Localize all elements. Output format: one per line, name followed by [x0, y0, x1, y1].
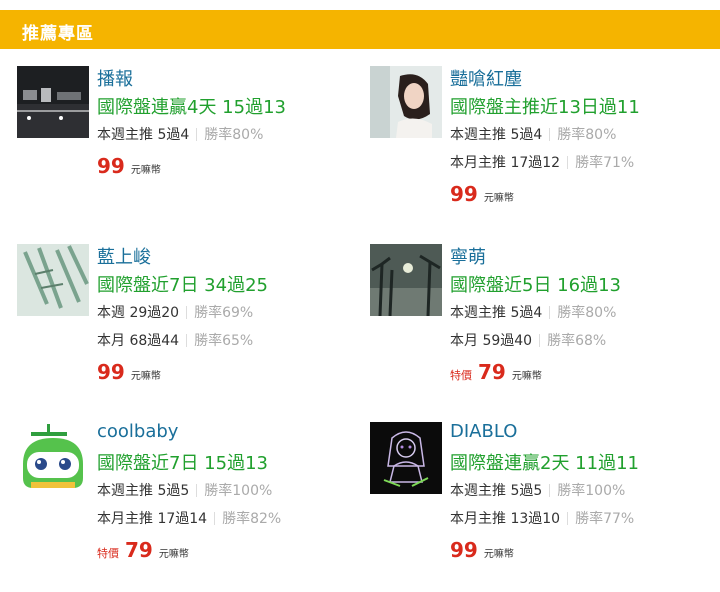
tipster-headline: 國際盤近7日 34過25 [97, 275, 268, 296]
tipster-headline: 國際盤連贏4天 15過13 [97, 97, 286, 118]
separator [186, 306, 188, 319]
separator [214, 512, 216, 525]
stat-label: 本週主推 5過4 [450, 127, 543, 143]
stat-label: 本月主推 17過12 [450, 155, 561, 171]
tipster-name[interactable]: 寧萌 [450, 243, 486, 269]
tipster-name[interactable]: 藍上峻 [97, 243, 151, 269]
price-value: 79 [125, 538, 153, 562]
tipster-headline: 國際盤主推近13日過11 [450, 97, 640, 118]
tipster-card-3[interactable]: 寧萌 國際盤近5日 16過13 本週主推 5過4 勝率80% 本月 59過40 勝率… [370, 244, 710, 414]
price-row[interactable]: 特價 79 元嘛幣 [97, 538, 189, 562]
price-row[interactable]: 99 元嘛幣 [97, 360, 161, 384]
section-title: 推薦專區 [22, 24, 94, 44]
avatar[interactable] [17, 244, 89, 316]
sketch-drawing-icon [17, 244, 89, 316]
price-value: 99 [97, 154, 125, 178]
special-price-tag: 特價 [450, 369, 472, 382]
tipster-headline: 國際盤近7日 15過13 [97, 453, 268, 474]
tipster-name[interactable]: DIABLO [450, 421, 517, 442]
stat-label: 本週主推 5過5 [450, 483, 543, 499]
stat-label: 本週 29過20 [97, 305, 180, 321]
win-rate: 勝率82% [222, 511, 282, 527]
price-value: 99 [97, 360, 125, 384]
avatar[interactable] [370, 422, 442, 494]
price-unit: 元嘛幣 [130, 371, 161, 382]
win-rate: 勝率80% [557, 305, 617, 321]
tipster-card-2[interactable]: 藍上峻 國際盤近7日 34過25 本週 29過20 勝率69% 本月 68過44 勝… [17, 244, 357, 414]
win-rate: 勝率65% [194, 333, 254, 349]
price-row[interactable]: 特價 79 元嘛幣 [450, 360, 542, 384]
stat-row: 本月 68過44 勝率65% [97, 330, 253, 350]
anime-girl-drawing-icon [370, 422, 442, 494]
tipster-name[interactable]: 播報 [97, 65, 133, 91]
separator [539, 334, 541, 347]
tipster-card-0[interactable]: 播報 國際盤連贏4天 15過13 本週主推 5過4 勝率80% 99 元嘛幣 [17, 66, 357, 236]
stat-label: 本月主推 17過14 [97, 511, 208, 527]
stat-row: 本週主推 5過4 勝率80% [450, 124, 616, 144]
stat-row: 本週主推 5過4 勝率80% [97, 124, 263, 144]
stat-row: 本週 29過20 勝率69% [97, 302, 253, 322]
separator [567, 156, 569, 169]
win-rate: 勝率100% [204, 483, 273, 499]
tipster-card-4[interactable]: coolbaby 國際盤近7日 15過13 本週主推 5過5 勝率100% 本月主… [17, 421, 357, 592]
stat-label: 本週主推 5過4 [450, 305, 543, 321]
stat-row: 本月 59過40 勝率68% [450, 330, 606, 350]
separator [186, 334, 188, 347]
tipster-headline: 國際盤近5日 16過13 [450, 275, 621, 296]
win-rate: 勝率77% [575, 511, 635, 527]
price-row[interactable]: 99 元嘛幣 [97, 154, 161, 178]
separator [549, 128, 551, 141]
separator [549, 484, 551, 497]
tipster-card-1[interactable]: 豔嗆紅塵 國際盤主推近13日過11 本週主推 5過4 勝率80% 本月主推 17過… [370, 66, 710, 236]
price-unit: 元嘛幣 [483, 549, 514, 560]
price-unit: 元嘛幣 [130, 165, 161, 176]
price-value: 99 [450, 182, 478, 206]
separator [549, 306, 551, 319]
price-value: 99 [450, 538, 478, 562]
price-unit: 元嘛幣 [511, 371, 542, 382]
stat-row: 本月主推 17過12 勝率71% [450, 152, 634, 172]
stat-label: 本月主推 13過10 [450, 511, 561, 527]
price-unit: 元嘛幣 [158, 549, 189, 560]
robot-car-icon [17, 422, 89, 494]
tipster-name[interactable]: 豔嗆紅塵 [450, 65, 522, 91]
palm-trees-photo-icon [370, 244, 442, 316]
price-row[interactable]: 99 元嘛幣 [450, 182, 514, 206]
win-rate: 勝率68% [547, 333, 607, 349]
separator [567, 512, 569, 525]
stat-label: 本月 68過44 [97, 333, 180, 349]
win-rate: 勝率80% [557, 127, 617, 143]
price-unit: 元嘛幣 [483, 193, 514, 204]
separator [196, 128, 198, 141]
price-row[interactable]: 99 元嘛幣 [450, 538, 514, 562]
stat-row: 本週主推 5過4 勝率80% [450, 302, 616, 322]
avatar[interactable] [17, 422, 89, 494]
stat-label: 本週主推 5過4 [97, 127, 190, 143]
tipster-name[interactable]: coolbaby [97, 421, 178, 442]
stat-row: 本月主推 17過14 勝率82% [97, 508, 281, 528]
special-price-tag: 特價 [97, 547, 119, 560]
avatar[interactable] [370, 66, 442, 138]
avatar[interactable] [17, 66, 89, 138]
avatar[interactable] [370, 244, 442, 316]
tipster-card-5[interactable]: DIABLO 國際盤連贏2天 11過11 本週主推 5過5 勝率100% 本月主推… [370, 421, 710, 592]
separator [196, 484, 198, 497]
win-rate: 勝率80% [204, 127, 264, 143]
tipster-headline: 國際盤連贏2天 11過11 [450, 453, 639, 474]
girl-portrait-photo-icon [370, 66, 442, 138]
stat-row: 本月主推 13過10 勝率77% [450, 508, 634, 528]
stat-label: 本週主推 5過5 [97, 483, 190, 499]
win-rate: 勝率69% [194, 305, 254, 321]
stat-label: 本月 59過40 [450, 333, 533, 349]
win-rate: 勝率100% [557, 483, 626, 499]
price-value: 79 [478, 360, 506, 384]
stat-row: 本週主推 5過5 勝率100% [450, 480, 625, 500]
win-rate: 勝率71% [575, 155, 635, 171]
stat-row: 本週主推 5過5 勝率100% [97, 480, 272, 500]
section-header: 推薦專區 [0, 10, 720, 49]
night-street-photo-icon [17, 66, 89, 138]
